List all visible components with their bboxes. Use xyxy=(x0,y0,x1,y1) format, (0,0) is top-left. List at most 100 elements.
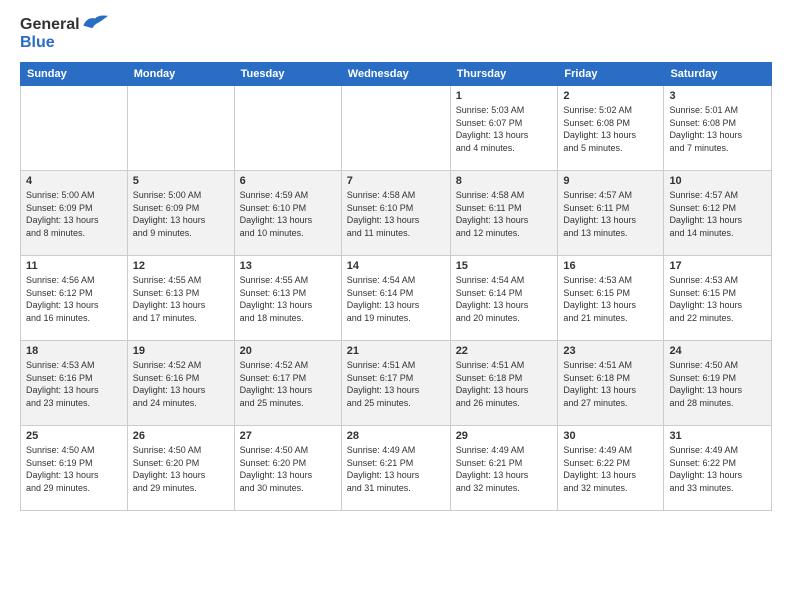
day-number: 2 xyxy=(563,90,658,102)
day-info: Sunrise: 4:51 AM Sunset: 6:18 PM Dayligh… xyxy=(563,359,658,409)
day-cell: 22 Sunrise: 4:51 AM Sunset: 6:18 PM Dayli… xyxy=(450,341,558,426)
day-info: Sunrise: 4:49 AM Sunset: 6:21 PM Dayligh… xyxy=(347,444,445,494)
day-cell: 23 Sunrise: 4:51 AM Sunset: 6:18 PM Dayli… xyxy=(558,341,664,426)
day-cell: 6 Sunrise: 4:59 AM Sunset: 6:10 PM Daylig… xyxy=(234,171,341,256)
day-cell: 27 Sunrise: 4:50 AM Sunset: 6:20 PM Dayli… xyxy=(234,426,341,511)
logo-line2: Blue xyxy=(20,34,55,52)
day-info: Sunrise: 4:54 AM Sunset: 6:14 PM Dayligh… xyxy=(456,274,553,324)
day-cell: 15 Sunrise: 4:54 AM Sunset: 6:14 PM Dayli… xyxy=(450,256,558,341)
day-info: Sunrise: 4:50 AM Sunset: 6:20 PM Dayligh… xyxy=(240,444,336,494)
day-cell: 19 Sunrise: 4:52 AM Sunset: 6:16 PM Dayli… xyxy=(127,341,234,426)
day-cell: 4Sunrise: 5:00 AM Sunset: 6:09 PM Daylig… xyxy=(21,171,128,256)
day-number: 5 xyxy=(133,175,229,187)
day-number: 26 xyxy=(133,430,229,442)
day-cell: 24 Sunrise: 4:50 AM Sunset: 6:19 PM Dayli… xyxy=(664,341,772,426)
day-info: Sunrise: 4:53 AM Sunset: 6:15 PM Dayligh… xyxy=(669,274,766,324)
day-number: 16 xyxy=(563,260,658,272)
day-info: Sunrise: 5:02 AM Sunset: 6:08 PM Dayligh… xyxy=(563,104,658,154)
day-number: 29 xyxy=(456,430,553,442)
week-row-2: 4Sunrise: 5:00 AM Sunset: 6:09 PM Daylig… xyxy=(21,171,772,256)
logo: General Blue xyxy=(20,16,108,52)
day-cell: 9 Sunrise: 4:57 AM Sunset: 6:11 PM Daylig… xyxy=(558,171,664,256)
day-cell: 20 Sunrise: 4:52 AM Sunset: 6:17 PM Dayli… xyxy=(234,341,341,426)
day-number: 4 xyxy=(26,175,122,187)
day-number: 12 xyxy=(133,260,229,272)
day-info: Sunrise: 4:55 AM Sunset: 6:13 PM Dayligh… xyxy=(240,274,336,324)
day-cell: 14 Sunrise: 4:54 AM Sunset: 6:14 PM Dayli… xyxy=(341,256,450,341)
week-row-5: 25Sunrise: 4:50 AM Sunset: 6:19 PM Dayli… xyxy=(21,426,772,511)
day-number: 23 xyxy=(563,345,658,357)
logo-line1: General xyxy=(20,16,80,34)
day-number: 6 xyxy=(240,175,336,187)
day-info: Sunrise: 4:49 AM Sunset: 6:21 PM Dayligh… xyxy=(456,444,553,494)
day-info: Sunrise: 4:55 AM Sunset: 6:13 PM Dayligh… xyxy=(133,274,229,324)
day-number: 21 xyxy=(347,345,445,357)
day-number: 11 xyxy=(26,260,122,272)
day-info: Sunrise: 4:58 AM Sunset: 6:10 PM Dayligh… xyxy=(347,189,445,239)
day-info: Sunrise: 4:51 AM Sunset: 6:18 PM Dayligh… xyxy=(456,359,553,409)
day-cell xyxy=(234,86,341,171)
day-number: 24 xyxy=(669,345,766,357)
header-tuesday: Tuesday xyxy=(234,63,341,86)
day-number: 30 xyxy=(563,430,658,442)
day-number: 25 xyxy=(26,430,122,442)
day-info: Sunrise: 4:49 AM Sunset: 6:22 PM Dayligh… xyxy=(563,444,658,494)
day-cell: 5Sunrise: 5:00 AM Sunset: 6:09 PM Daylig… xyxy=(127,171,234,256)
day-number: 17 xyxy=(669,260,766,272)
calendar-header-row: SundayMondayTuesdayWednesdayThursdayFrid… xyxy=(21,63,772,86)
day-cell: 26 Sunrise: 4:50 AM Sunset: 6:20 PM Dayli… xyxy=(127,426,234,511)
day-info: Sunrise: 4:49 AM Sunset: 6:22 PM Dayligh… xyxy=(669,444,766,494)
day-number: 19 xyxy=(133,345,229,357)
day-number: 8 xyxy=(456,175,553,187)
page: General Blue SundayMondayTuesdayWednesda… xyxy=(0,0,792,612)
day-cell xyxy=(21,86,128,171)
day-cell: 18 Sunrise: 4:53 AM Sunset: 6:16 PM Dayli… xyxy=(21,341,128,426)
day-number: 28 xyxy=(347,430,445,442)
day-number: 14 xyxy=(347,260,445,272)
day-info: Sunrise: 5:01 AM Sunset: 6:08 PM Dayligh… xyxy=(669,104,766,154)
day-cell: 30 Sunrise: 4:49 AM Sunset: 6:22 PM Dayli… xyxy=(558,426,664,511)
header-monday: Monday xyxy=(127,63,234,86)
header-thursday: Thursday xyxy=(450,63,558,86)
day-cell: 16 Sunrise: 4:53 AM Sunset: 6:15 PM Dayli… xyxy=(558,256,664,341)
day-number: 3 xyxy=(669,90,766,102)
day-info: Sunrise: 4:52 AM Sunset: 6:17 PM Dayligh… xyxy=(240,359,336,409)
header-wednesday: Wednesday xyxy=(341,63,450,86)
day-info: Sunrise: 4:50 AM Sunset: 6:19 PM Dayligh… xyxy=(669,359,766,409)
day-cell: 2 Sunrise: 5:02 AM Sunset: 6:08 PM Daylig… xyxy=(558,86,664,171)
day-number: 18 xyxy=(26,345,122,357)
week-row-3: 11Sunrise: 4:56 AM Sunset: 6:12 PM Dayli… xyxy=(21,256,772,341)
day-number: 22 xyxy=(456,345,553,357)
day-number: 31 xyxy=(669,430,766,442)
day-info: Sunrise: 4:59 AM Sunset: 6:10 PM Dayligh… xyxy=(240,189,336,239)
day-info: Sunrise: 4:58 AM Sunset: 6:11 PM Dayligh… xyxy=(456,189,553,239)
day-number: 13 xyxy=(240,260,336,272)
day-cell: 31 Sunrise: 4:49 AM Sunset: 6:22 PM Dayli… xyxy=(664,426,772,511)
day-cell xyxy=(127,86,234,171)
day-cell: 8 Sunrise: 4:58 AM Sunset: 6:11 PM Daylig… xyxy=(450,171,558,256)
day-info: Sunrise: 4:53 AM Sunset: 6:15 PM Dayligh… xyxy=(563,274,658,324)
day-cell: 7Sunrise: 4:58 AM Sunset: 6:10 PM Daylig… xyxy=(341,171,450,256)
header-saturday: Saturday xyxy=(664,63,772,86)
day-cell: 12 Sunrise: 4:55 AM Sunset: 6:13 PM Dayli… xyxy=(127,256,234,341)
day-number: 1 xyxy=(456,90,553,102)
day-cell: 29 Sunrise: 4:49 AM Sunset: 6:21 PM Dayli… xyxy=(450,426,558,511)
logo-bird-icon xyxy=(82,13,108,33)
day-info: Sunrise: 5:03 AM Sunset: 6:07 PM Dayligh… xyxy=(456,104,553,154)
day-info: Sunrise: 4:50 AM Sunset: 6:20 PM Dayligh… xyxy=(133,444,229,494)
day-number: 10 xyxy=(669,175,766,187)
day-number: 27 xyxy=(240,430,336,442)
day-info: Sunrise: 4:57 AM Sunset: 6:12 PM Dayligh… xyxy=(669,189,766,239)
day-cell: 17 Sunrise: 4:53 AM Sunset: 6:15 PM Dayli… xyxy=(664,256,772,341)
day-number: 15 xyxy=(456,260,553,272)
week-row-1: 1 Sunrise: 5:03 AM Sunset: 6:07 PM Daylig… xyxy=(21,86,772,171)
day-info: Sunrise: 4:54 AM Sunset: 6:14 PM Dayligh… xyxy=(347,274,445,324)
day-number: 20 xyxy=(240,345,336,357)
day-info: Sunrise: 4:57 AM Sunset: 6:11 PM Dayligh… xyxy=(563,189,658,239)
day-info: Sunrise: 4:52 AM Sunset: 6:16 PM Dayligh… xyxy=(133,359,229,409)
day-info: Sunrise: 4:53 AM Sunset: 6:16 PM Dayligh… xyxy=(26,359,122,409)
day-cell: 10 Sunrise: 4:57 AM Sunset: 6:12 PM Dayli… xyxy=(664,171,772,256)
day-cell: 13 Sunrise: 4:55 AM Sunset: 6:13 PM Dayli… xyxy=(234,256,341,341)
day-cell: 1 Sunrise: 5:03 AM Sunset: 6:07 PM Daylig… xyxy=(450,86,558,171)
day-number: 9 xyxy=(563,175,658,187)
